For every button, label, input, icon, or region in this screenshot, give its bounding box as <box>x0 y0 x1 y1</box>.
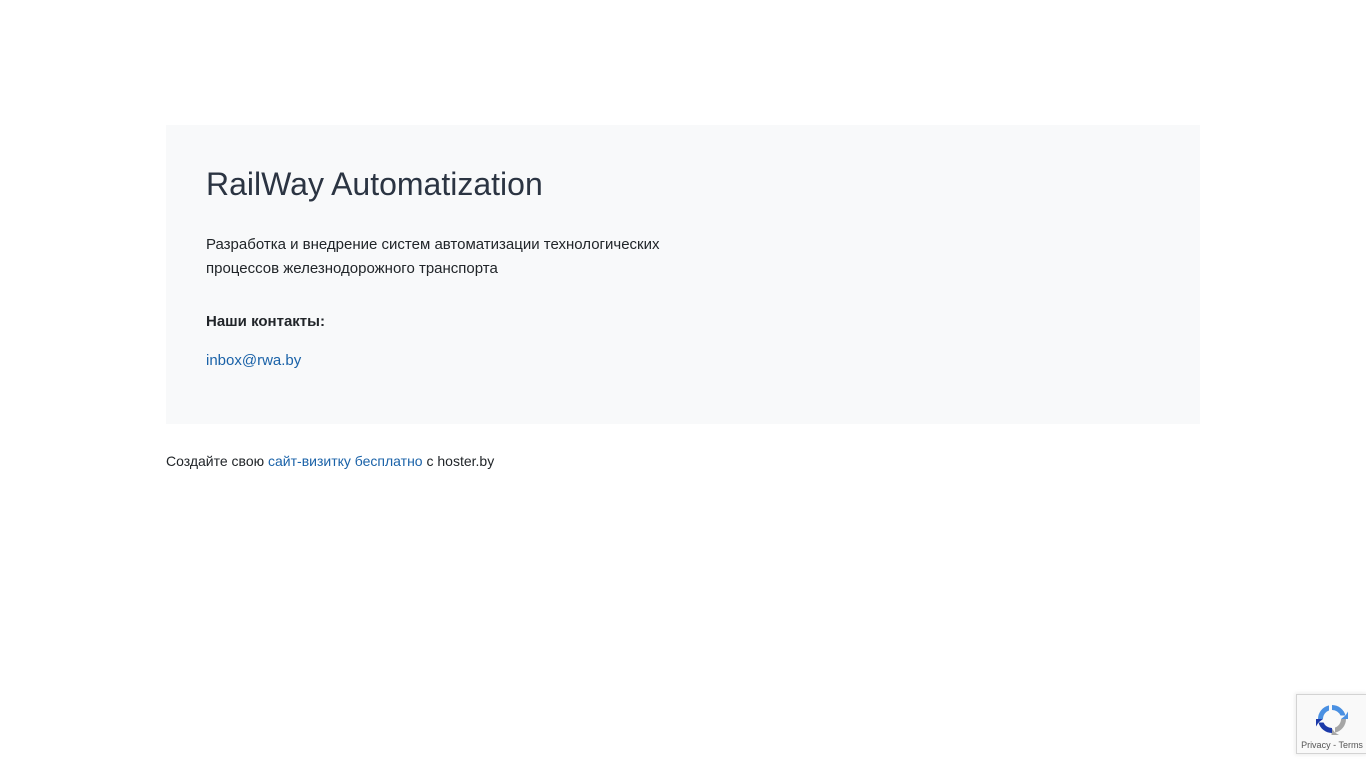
link-separator: - <box>1333 740 1337 750</box>
business-card: RailWay Automatization Разработка и внед… <box>166 125 1200 424</box>
email-link[interactable]: inbox@rwa.by <box>206 350 301 372</box>
footer-suffix: с hoster.by <box>426 453 495 469</box>
recaptcha-badge[interactable]: Privacy - Terms <box>1296 694 1366 754</box>
company-description: Разработка и внедрение систем автоматиза… <box>206 236 660 277</box>
recaptcha-links: Privacy - Terms <box>1297 739 1366 751</box>
contacts-heading: Наши контакты: <box>206 313 325 330</box>
footer-prefix: Создайте свою <box>166 453 265 469</box>
terms-link[interactable]: Terms <box>1338 740 1363 750</box>
free-card-link[interactable]: сайт-визитку бесплатно <box>268 453 423 469</box>
privacy-link[interactable]: Privacy <box>1301 740 1331 750</box>
recaptcha-logo-icon <box>1316 705 1348 735</box>
page: RailWay Automatization Разработка и внед… <box>0 0 1366 768</box>
footer-promo: Создайте свою сайт-визитку бесплатно с h… <box>166 452 494 470</box>
company-title: RailWay Automatization <box>206 166 543 202</box>
